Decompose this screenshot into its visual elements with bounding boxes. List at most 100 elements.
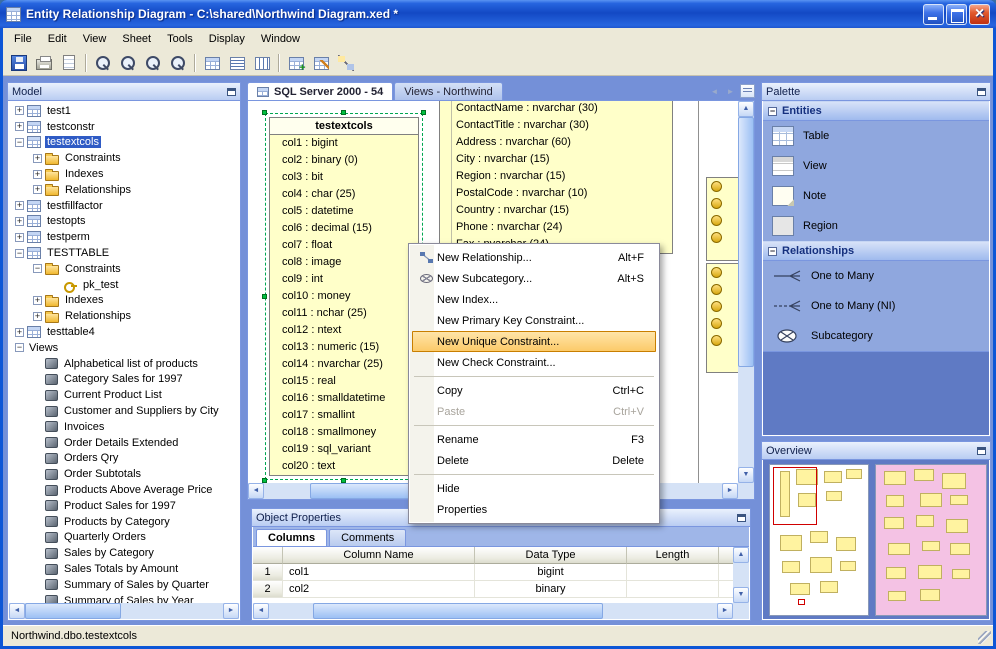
scroll-right-button[interactable] [223, 603, 239, 619]
table-title[interactable]: testextcols [270, 118, 418, 135]
scroll-up-button[interactable] [738, 101, 754, 117]
diagram-options-button[interactable] [334, 52, 358, 74]
entity-table-partial[interactable] [706, 177, 738, 261]
tree-item[interactable]: + test1 [9, 103, 239, 119]
resize-grip[interactable] [978, 631, 991, 644]
zoom-in-button[interactable] [91, 52, 115, 74]
column-name-cell[interactable]: col1 [283, 564, 475, 581]
table-column-row[interactable]: col20 : text [270, 458, 418, 475]
tree-item[interactable]: Order Details Extended [9, 435, 239, 451]
overview-viewport-rect[interactable] [773, 467, 817, 525]
context-menu-item[interactable]: New Relationship... Alt+F [412, 247, 656, 268]
tree-item[interactable]: Current Product List [9, 387, 239, 403]
context-menu-item[interactable]: Rename F3 [412, 429, 656, 450]
collapse-icon[interactable] [768, 247, 777, 256]
tree-item[interactable]: Summary of Sales by Quarter [9, 577, 239, 593]
float-panel-icon[interactable] [737, 514, 746, 522]
table-column-row[interactable]: col11 : nchar (25) [270, 305, 418, 322]
tree-item[interactable]: Sales by Category [9, 545, 239, 561]
table-column-row[interactable]: ContactName : nvarchar (30) [440, 101, 672, 117]
selection-handle[interactable] [421, 110, 426, 115]
new-table-button[interactable] [284, 52, 308, 74]
show-columns-button[interactable] [225, 52, 249, 74]
table-column-row[interactable]: Address : nvarchar (60) [440, 134, 672, 151]
palette-item-note[interactable]: Note [763, 181, 989, 211]
context-menu-item[interactable]: Copy Ctrl+C [412, 380, 656, 401]
document-tab[interactable]: Views - Northwind [394, 82, 502, 100]
table-column-row[interactable]: col14 : nvarchar (25) [270, 356, 418, 373]
tree-item[interactable]: Invoices [9, 419, 239, 435]
table-column-row[interactable]: col10 : money [270, 288, 418, 305]
grid-hscrollbar[interactable] [253, 603, 733, 619]
table-column-row[interactable]: col16 : smalldatetime [270, 390, 418, 407]
tab-list-icon[interactable] [740, 84, 755, 98]
properties-tab[interactable]: Columns [256, 529, 327, 546]
menu-bar-item[interactable]: File [6, 29, 40, 49]
grid-vscrollbar[interactable] [733, 547, 749, 603]
tree-expander[interactable]: + [15, 217, 24, 226]
float-panel-icon[interactable] [977, 88, 986, 96]
tree-item[interactable]: − testextcols [9, 135, 239, 151]
table-column-row[interactable]: col1 : bigint [270, 135, 418, 152]
tree-item[interactable]: + Relationships [9, 308, 239, 324]
tree-expander[interactable]: − [15, 249, 24, 258]
length-cell[interactable] [627, 564, 719, 581]
model-tree-hscrollbar[interactable] [9, 603, 239, 619]
scroll-right-button[interactable] [722, 483, 738, 499]
grid-header-length[interactable]: Length [627, 547, 719, 564]
restore-button[interactable] [946, 4, 967, 25]
entity-table-partial[interactable] [706, 263, 738, 373]
context-menu-item[interactable]: Delete Delete [412, 450, 656, 471]
float-panel-icon[interactable] [227, 88, 236, 96]
tree-expander[interactable]: + [33, 312, 42, 321]
length-cell[interactable] [627, 581, 719, 598]
grid-header-column-name[interactable]: Column Name [283, 547, 475, 564]
overview-thumbnail-diagram[interactable] [769, 464, 869, 616]
show-tables-button[interactable] [200, 52, 224, 74]
table-column-row[interactable]: col2 : binary (0) [270, 152, 418, 169]
menu-bar-item[interactable]: Display [201, 29, 253, 49]
scroll-thumb[interactable] [25, 603, 121, 619]
scroll-right-button[interactable] [717, 603, 733, 619]
overview-header[interactable]: Overview [762, 442, 990, 460]
palette-item-one-to-many[interactable]: One to Many [763, 261, 989, 291]
table-column-row[interactable]: col19 : sql_variant [270, 441, 418, 458]
tree-expander[interactable]: + [33, 185, 42, 194]
row-number-cell[interactable]: 2 [253, 581, 283, 598]
table-column-row[interactable]: col6 : decimal (15) [270, 220, 418, 237]
close-button[interactable] [969, 4, 990, 25]
table-column-row[interactable]: Region : nvarchar (15) [440, 168, 672, 185]
menu-bar-item[interactable]: Sheet [114, 29, 159, 49]
model-panel-header[interactable]: Model [8, 83, 240, 101]
table-column-row[interactable]: col18 : smallmoney [270, 424, 418, 441]
zoom-out-button[interactable] [116, 52, 140, 74]
grid-header-data-type[interactable]: Data Type [475, 547, 627, 564]
tree-expander[interactable]: + [33, 296, 42, 305]
scroll-thumb[interactable] [738, 117, 754, 367]
properties-tab[interactable]: Comments [329, 529, 406, 546]
table-column-row[interactable]: col9 : int [270, 271, 418, 288]
tree-item[interactable]: Sales Totals by Amount [9, 561, 239, 577]
scroll-left-button[interactable] [9, 603, 25, 619]
table-column-row[interactable]: col17 : smallint [270, 407, 418, 424]
selection-handle[interactable] [341, 110, 346, 115]
scroll-up-button[interactable] [733, 547, 749, 563]
table-column-row[interactable]: col8 : image [270, 254, 418, 271]
tree-expander[interactable]: + [15, 106, 24, 115]
menu-bar-item[interactable]: Window [253, 29, 308, 49]
tree-item[interactable]: + Indexes [9, 166, 239, 182]
menu-bar-item[interactable]: Edit [40, 29, 75, 49]
palette-item-one-to-many-ni[interactable]: One to Many (NI) [763, 291, 989, 321]
table-column-row[interactable]: col15 : real [270, 373, 418, 390]
data-type-cell[interactable]: bigint [475, 564, 627, 581]
zoom-fit-button[interactable] [166, 52, 190, 74]
table-column-row[interactable]: col13 : numeric (15) [270, 339, 418, 356]
table-column-row[interactable]: PostalCode : nvarchar (10) [440, 185, 672, 202]
page-setup-button[interactable] [57, 52, 81, 74]
tree-item[interactable]: + testtable4 [9, 324, 239, 340]
save-button[interactable] [7, 52, 31, 74]
tab-scroll-right-icon[interactable] [724, 85, 737, 98]
tree-item[interactable]: + testfillfactor [9, 198, 239, 214]
tree-item[interactable]: Customer and Suppliers by City [9, 403, 239, 419]
tree-item[interactable]: Products Above Average Price [9, 482, 239, 498]
